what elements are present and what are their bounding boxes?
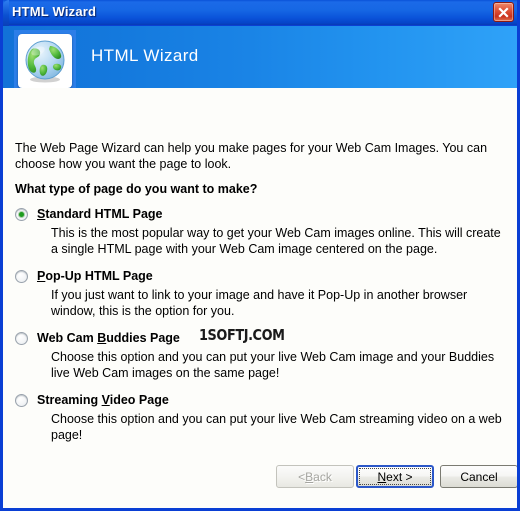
option-desc-web-cam-buddies-page: Choose this option and you can put your …: [51, 350, 495, 380]
close-icon: [498, 7, 509, 18]
radio-streaming-video-page[interactable]: [15, 393, 28, 407]
globe-icon: [25, 40, 65, 83]
window-title: HTML Wizard: [12, 4, 97, 19]
html-wizard-window: HTML Wizard HTML Wizard The Web Page Wiz…: [0, 0, 520, 511]
banner-icon-plate: [18, 34, 72, 88]
accel-char: B: [97, 331, 107, 345]
radio-popup-html-page[interactable]: [15, 269, 28, 283]
option-popup-html-page[interactable]: Pop-Up HTML Page If you just want to lin…: [15, 268, 510, 319]
option-label-popup-html-page: Pop-Up HTML Page: [37, 269, 153, 283]
option-standard-html-page[interactable]: Standard HTML Page This is the most popu…: [15, 206, 510, 257]
question-label: What type of page do you want to make?: [15, 182, 258, 196]
close-button[interactable]: [493, 2, 514, 22]
accel-char: V: [101, 393, 110, 407]
page-type-radio-group: Standard HTML Page This is the most popu…: [15, 206, 510, 454]
option-streaming-video-page[interactable]: Streaming Video Page Choose this option …: [15, 392, 510, 443]
radio-standard-html-page[interactable]: [15, 207, 28, 221]
option-desc-popup-html-page: If you just want to link to your image a…: [51, 288, 468, 318]
focus-ring: [359, 468, 431, 485]
radio-web-cam-buddies-page[interactable]: [15, 331, 28, 345]
wizard-banner: HTML Wizard: [3, 26, 517, 92]
option-desc-streaming-video-page: Choose this option and you can put your …: [51, 412, 502, 442]
banner-icon-frame: [14, 30, 76, 92]
banner-title: HTML Wizard: [91, 46, 199, 65]
accel-char: B: [305, 469, 314, 484]
cancel-button[interactable]: Cancel: [440, 465, 517, 488]
back-button[interactable]: < Back: [276, 465, 354, 488]
option-label-streaming-video-page: Streaming Video Page: [37, 393, 169, 407]
option-label-standard-html-page: Standard HTML Page: [37, 207, 163, 221]
titlebar: HTML Wizard: [3, 0, 517, 26]
titlebar-left-cap: [3, 0, 9, 26]
option-desc-standard-html-page: This is the most popular way to get your…: [51, 226, 501, 256]
wizard-body: The Web Page Wizard can help you make pa…: [3, 88, 517, 505]
option-web-cam-buddies-page[interactable]: Web Cam Buddies Page Choose this option …: [15, 330, 510, 381]
dialog-footer: < Back Next > Cancel: [3, 457, 517, 505]
intro-text: The Web Page Wizard can help you make pa…: [15, 141, 488, 171]
option-label-web-cam-buddies-page: Web Cam Buddies Page: [37, 331, 180, 345]
next-button[interactable]: Next >: [356, 465, 434, 488]
